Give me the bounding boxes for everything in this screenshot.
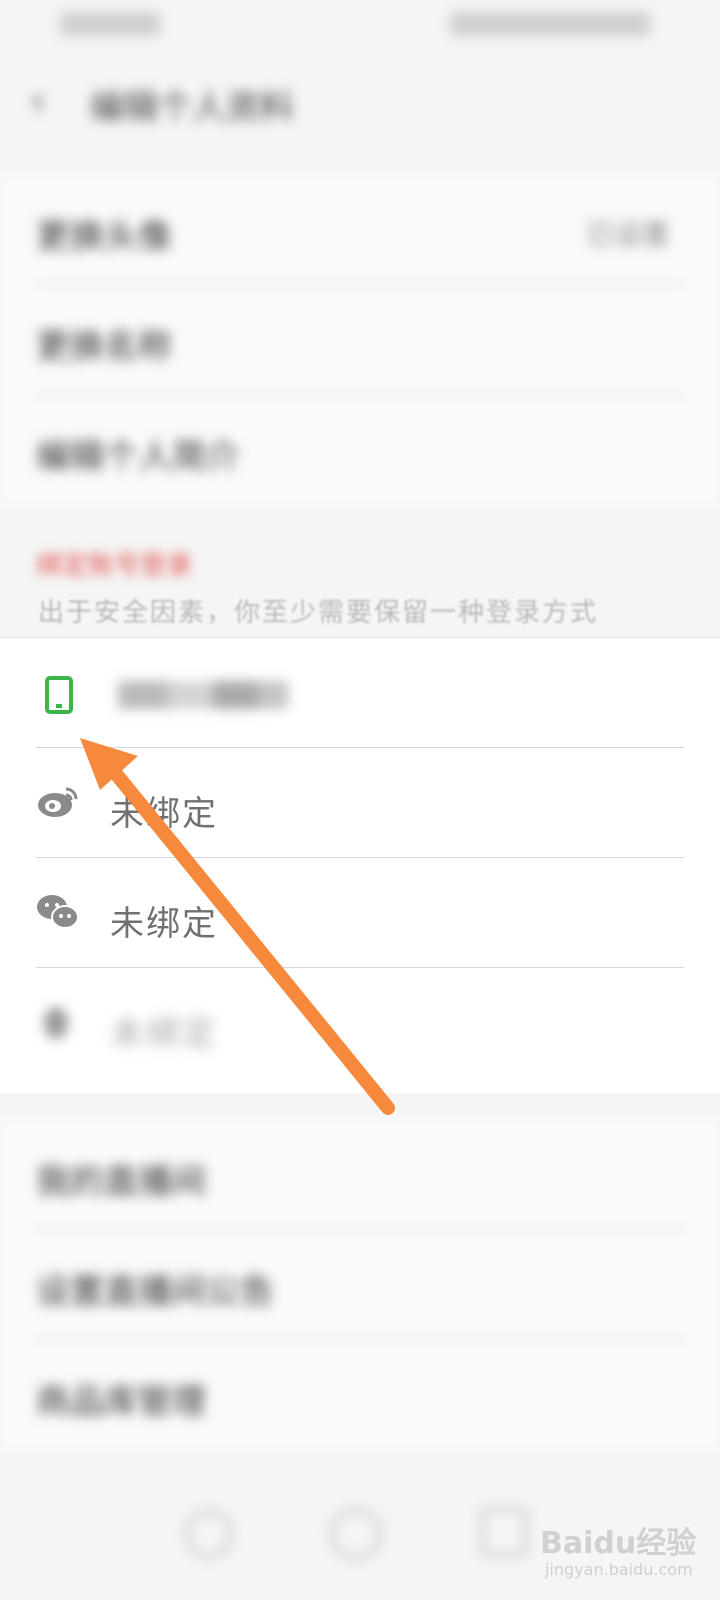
menu-item-label: 编辑个人简介	[36, 437, 240, 477]
notice-text: 出于安全因素，你至少需要保留一种登录方式	[38, 598, 599, 628]
menu-item-label: 设置直播间公告	[36, 1272, 274, 1312]
binding-status: 未绑定	[110, 904, 218, 944]
account-bindings: 未绑定 未绑定 未绑定	[0, 637, 720, 1093]
menu-item-label: 商品库管理	[36, 1382, 206, 1422]
binding-status: 未绑定	[110, 1014, 218, 1054]
live-menu: 我的直播间 设置直播间公告 商品库管理	[0, 1120, 720, 1450]
status-left-info	[60, 12, 160, 36]
weibo-icon	[38, 787, 78, 817]
masked-phone-number	[118, 678, 288, 712]
profile-menu: 更换头像 已设置 更换名称 编辑个人简介	[0, 175, 720, 505]
back-arrow-icon[interactable]: ‹	[30, 78, 46, 124]
menu-item-live-notice[interactable]: 设置直播间公告	[0, 1230, 720, 1340]
menu-item-label: 我的直播间	[36, 1162, 206, 1202]
menu-item-avatar[interactable]: 更换头像 已设置	[0, 175, 720, 285]
menu-item-label: 更换名称	[36, 327, 172, 367]
page-title: 编辑个人资料	[90, 88, 294, 128]
menu-item-label: 更换头像	[36, 217, 172, 257]
notice-heading: 绑定账号登录	[36, 551, 193, 581]
binding-row-qq[interactable]: 未绑定	[0, 968, 720, 1078]
phone-icon	[45, 676, 73, 714]
binding-row-phone[interactable]	[0, 638, 720, 748]
status-right-info	[450, 12, 650, 36]
nav-recent-icon[interactable]	[480, 1508, 528, 1556]
wechat-icon	[37, 895, 79, 929]
menu-item-bio[interactable]: 编辑个人简介	[0, 395, 720, 505]
binding-row-weibo[interactable]: 未绑定	[0, 748, 720, 858]
status-bar	[0, 0, 720, 50]
watermark-logo: Baidu经验	[540, 1526, 697, 1561]
binding-status: 未绑定	[110, 794, 218, 834]
binding-row-wechat[interactable]: 未绑定	[0, 858, 720, 968]
menu-item-goods[interactable]: 商品库管理	[0, 1340, 720, 1450]
qq-icon	[44, 1007, 68, 1039]
menu-item-live-room[interactable]: 我的直播间	[0, 1120, 720, 1230]
watermark-url: jingyan.baidu.com	[545, 1560, 693, 1579]
page-header: ‹ 编辑个人资料	[0, 50, 720, 150]
nav-back-icon[interactable]	[185, 1510, 233, 1558]
menu-item-value: 已设置	[585, 218, 670, 251]
nav-home-icon[interactable]	[330, 1508, 382, 1560]
menu-item-name[interactable]: 更换名称	[0, 285, 720, 395]
